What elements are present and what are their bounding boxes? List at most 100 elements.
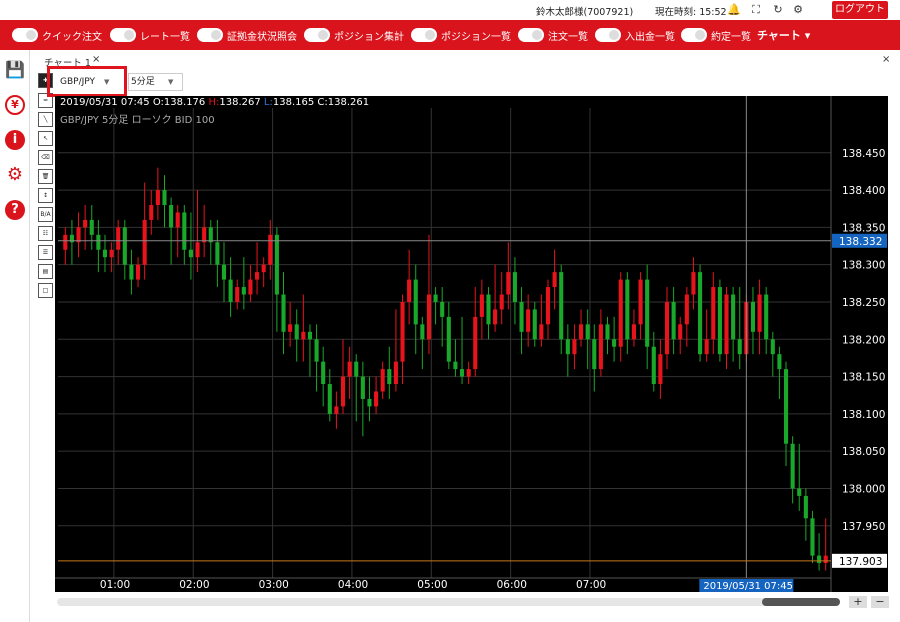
- candle-body[interactable]: [122, 227, 127, 265]
- candle-body[interactable]: [175, 212, 180, 228]
- candle-body[interactable]: [89, 219, 94, 235]
- logout-button[interactable]: ログアウト: [832, 1, 888, 19]
- candle-body[interactable]: [268, 234, 273, 265]
- candle-body[interactable]: [314, 339, 319, 362]
- gear-icon[interactable]: ⚙: [791, 3, 805, 17]
- grid-settings-icon[interactable]: ☷: [38, 226, 53, 241]
- save-icon[interactable]: 💾: [5, 60, 25, 80]
- candle-body[interactable]: [440, 301, 445, 317]
- candle-body[interactable]: [334, 406, 339, 414]
- timeframe-select[interactable]: 5分足: [128, 73, 183, 91]
- candle-body[interactable]: [420, 324, 425, 340]
- indicator-tool-icon[interactable]: ↕: [38, 188, 53, 203]
- candle-body[interactable]: [757, 294, 762, 332]
- toggle-switch[interactable]: [681, 28, 707, 42]
- candle-body[interactable]: [149, 204, 154, 220]
- candlestick-chart[interactable]: 138.450 138.400 138.350 138.300 138.250 138.2…: [55, 96, 888, 592]
- toggle-switch[interactable]: [12, 28, 38, 42]
- toggle-switch[interactable]: [595, 28, 621, 42]
- candle-body[interactable]: [810, 518, 815, 556]
- candle-body[interactable]: [717, 287, 722, 355]
- candle-body[interactable]: [208, 227, 213, 243]
- zoom-out-button[interactable]: −: [871, 596, 889, 608]
- candle-body[interactable]: [255, 272, 260, 280]
- candle-body[interactable]: [393, 361, 398, 385]
- candle-body[interactable]: [691, 272, 696, 295]
- candle-body[interactable]: [221, 264, 227, 280]
- toggle-switch[interactable]: [518, 28, 544, 42]
- refresh-icon[interactable]: ↻: [771, 3, 785, 17]
- menu-deposit-list[interactable]: 入出金一覧: [595, 27, 675, 43]
- candle-body[interactable]: [506, 272, 511, 295]
- window-icon[interactable]: □: [38, 283, 53, 298]
- scale-icon[interactable]: ☰: [38, 245, 53, 260]
- candle-body[interactable]: [473, 316, 478, 370]
- candle-body[interactable]: [96, 234, 101, 250]
- toggle-switch[interactable]: [110, 28, 136, 42]
- candle-body[interactable]: [380, 369, 385, 392]
- candle-body[interactable]: [783, 369, 789, 444]
- toggle-switch[interactable]: [304, 28, 330, 42]
- candle-body[interactable]: [724, 294, 729, 355]
- candle-body[interactable]: [274, 234, 279, 295]
- candle-body[interactable]: [578, 324, 584, 340]
- candle-body[interactable]: [519, 301, 524, 332]
- candle-body[interactable]: [261, 264, 266, 273]
- candle-body[interactable]: [367, 398, 372, 407]
- candle-body[interactable]: [572, 339, 577, 355]
- gear-icon[interactable]: ⚙: [5, 165, 25, 185]
- candle-body[interactable]: [684, 294, 689, 325]
- candle-body[interactable]: [565, 339, 570, 355]
- candle-body[interactable]: [605, 324, 610, 340]
- candle-body[interactable]: [426, 294, 432, 340]
- candle-body[interactable]: [638, 279, 643, 325]
- candle-body[interactable]: [241, 287, 246, 295]
- candle-body[interactable]: [446, 316, 451, 362]
- candle-body[interactable]: [340, 376, 346, 407]
- chart-scrollbar[interactable]: [57, 598, 840, 606]
- candle-body[interactable]: [407, 279, 412, 302]
- candle-body[interactable]: [347, 361, 352, 377]
- candle-body[interactable]: [645, 279, 650, 347]
- candle-body[interactable]: [321, 361, 326, 385]
- candle-body[interactable]: [307, 331, 313, 340]
- candle-body[interactable]: [76, 227, 81, 243]
- scroll-thumb[interactable]: [762, 598, 840, 606]
- candle-body[interactable]: [499, 294, 504, 310]
- candle-body[interactable]: [545, 287, 551, 325]
- toggle-switch[interactable]: [197, 28, 223, 42]
- chart-area[interactable]: 138.450 138.400 138.350 138.300 138.250 138.2…: [55, 96, 888, 592]
- fullscreen-icon[interactable]: ⛶: [749, 3, 763, 17]
- help-icon[interactable]: ?: [5, 200, 25, 220]
- trash-icon[interactable]: 🗑: [38, 169, 53, 184]
- candle-body[interactable]: [188, 249, 193, 258]
- candle-body[interactable]: [671, 301, 676, 340]
- candle-body[interactable]: [592, 339, 597, 370]
- candle-body[interactable]: [360, 376, 365, 399]
- candle-body[interactable]: [301, 331, 306, 340]
- candle-body[interactable]: [135, 264, 141, 280]
- bid-ask-icon[interactable]: B/A: [38, 207, 53, 222]
- candle-body[interactable]: [658, 354, 663, 385]
- candle-body[interactable]: [387, 369, 392, 385]
- candle-body[interactable]: [797, 488, 802, 496]
- candle-body[interactable]: [493, 309, 498, 325]
- candle-body[interactable]: [803, 495, 808, 519]
- candle-body[interactable]: [228, 279, 233, 302]
- candle-body[interactable]: [764, 294, 769, 340]
- menu-chart-dropdown[interactable]: チャート ▾: [757, 27, 810, 43]
- candle-body[interactable]: [678, 324, 683, 340]
- candle-body[interactable]: [459, 369, 465, 377]
- candle-body[interactable]: [294, 324, 299, 340]
- candle-body[interactable]: [182, 212, 187, 250]
- candle-body[interactable]: [195, 242, 200, 258]
- candle-body[interactable]: [704, 339, 709, 355]
- candle-body[interactable]: [142, 219, 147, 265]
- candle-body[interactable]: [466, 369, 471, 377]
- close-icon[interactable]: ×: [92, 54, 100, 65]
- candle-body[interactable]: [102, 249, 108, 258]
- menu-rate-list[interactable]: レート一覧: [110, 27, 190, 43]
- menu-order-list[interactable]: 注文一覧: [518, 27, 588, 43]
- candle-body[interactable]: [235, 287, 240, 302]
- toggle-switch[interactable]: [411, 28, 437, 42]
